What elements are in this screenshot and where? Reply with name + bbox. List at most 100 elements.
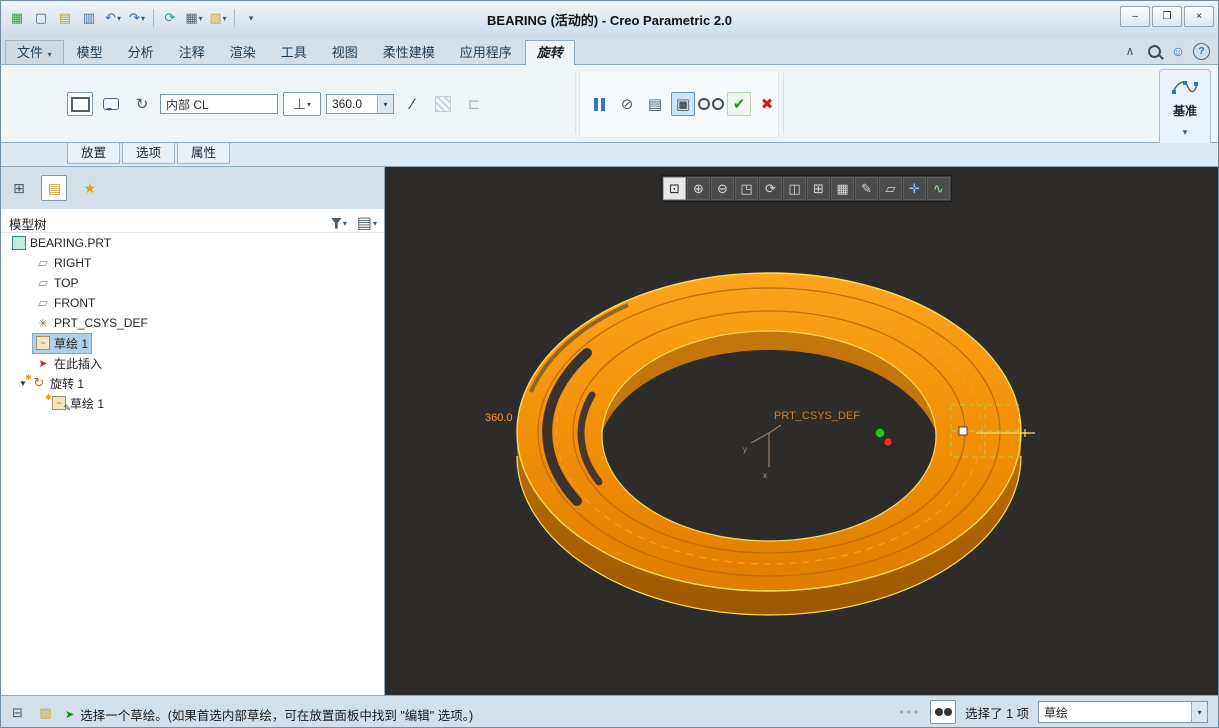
browser-toggle-icon[interactable]: ▨ <box>33 700 58 725</box>
tree-item-right[interactable]: ▱ RIGHT <box>1 253 384 273</box>
glasses-icon <box>698 98 724 110</box>
tree-item-sketch-1[interactable]: ~ 草绘 1 <box>1 332 384 354</box>
community-icon[interactable]: ☺ <box>1169 42 1187 60</box>
tab-tools[interactable]: 工具 <box>269 40 319 64</box>
angle-type-button[interactable]: ⊥ ▾ <box>283 92 321 116</box>
tab-flexible-modeling[interactable]: 柔性建模 <box>371 40 447 64</box>
status-right-cluster: ●●● 选择了 1 项 草绘 ▾ <box>899 700 1208 724</box>
tree-item-insert-here[interactable]: ➤ 在此插入 <box>1 353 384 373</box>
ok-button[interactable]: ✔ <box>727 92 751 116</box>
main-area: ⊞ ▤ ★ 模型树 ▾ ▤ ▾ BEARING.PRT ▱ RIGHT ▱ TO… <box>1 167 1218 695</box>
tree-item-label: 旋转 1 <box>50 376 85 391</box>
bearing-model[interactable]: x y <box>385 167 1219 695</box>
tab-annotate[interactable]: 注释 <box>167 40 217 64</box>
shaded-preview-button[interactable]: ▣ <box>671 92 695 116</box>
axis-label-x: x <box>763 471 767 480</box>
window-title: BEARING (活动的) - Creo Parametric 2.0 <box>487 13 732 28</box>
panel-tab-options[interactable]: 选项 <box>122 143 176 164</box>
pencil-icon: ✎ <box>63 403 71 413</box>
filter-dropdown-arrow[interactable]: ▾ <box>343 219 347 228</box>
status-dots: ●●● <box>899 708 922 716</box>
pause-button[interactable] <box>587 92 611 116</box>
panel-tab-properties[interactable]: 属性 <box>177 143 231 164</box>
datum-plane-icon: ▱ <box>38 255 48 270</box>
selection-count: 选择了 1 项 <box>965 706 1029 721</box>
tab-applications[interactable]: 应用程序 <box>448 40 524 64</box>
model-tree-toggle-icon[interactable]: ⊟ <box>5 700 30 725</box>
close-button[interactable]: × <box>1184 6 1214 27</box>
tree-item-label: BEARING.PRT <box>30 236 112 250</box>
datum-plane-icon: ▱ <box>38 295 48 310</box>
revolve-as-surface-button[interactable] <box>98 92 124 116</box>
model-tree-panel: ⊞ ▤ ★ 模型树 ▾ ▤ ▾ BEARING.PRT ▱ RIGHT ▱ TO… <box>1 167 385 695</box>
filter-dropdown-arrow[interactable]: ▾ <box>1191 702 1207 722</box>
angle-value-combo[interactable]: 360.0 ▾ <box>326 94 394 114</box>
axis-label-y: y <box>743 445 747 454</box>
search-icon[interactable] <box>1145 42 1163 60</box>
tree-item-prt-csys-def[interactable]: ✳ PRT_CSYS_DEF <box>1 313 384 333</box>
surface-icon <box>103 98 119 111</box>
pause-icon <box>593 97 605 111</box>
minimize-button[interactable]: – <box>1120 6 1150 27</box>
title-bar: ▦ ▢ ▤ ▥ ↶ ▾ ↷ ▾ ⟳ ▦ ▾ ▧ ▾ ▾ BEARING (活动的) - … <box>1 1 1218 37</box>
graphics-area[interactable]: ⊡ ⊕ ⊖ ◳ ⟳ ◫ ⊞ ▦ ✎ ▱ ✛ ∿ x y 360.0 PRT_CS… <box>385 167 1219 695</box>
drag-handle[interactable] <box>958 426 968 436</box>
placement-collector-field[interactable]: 内部 CL <box>160 94 278 114</box>
panel-tab-placement[interactable]: 放置 <box>67 143 121 164</box>
insert-here-icon: ➤ <box>38 357 48 370</box>
thin-feature-button[interactable]: ⊏ <box>461 92 487 116</box>
tree-item-bearing-prt[interactable]: BEARING.PRT <box>1 233 384 253</box>
remove-material-icon <box>435 96 451 112</box>
tab-analysis[interactable]: 分析 <box>116 40 166 64</box>
tree-item-front[interactable]: ▱ FRONT <box>1 293 384 313</box>
tab-file[interactable]: 文件 ▾ <box>5 40 64 64</box>
tab-view[interactable]: 视图 <box>320 40 370 64</box>
tab-revolve[interactable]: 旋转 <box>524 40 575 65</box>
find-button[interactable] <box>930 700 957 724</box>
solid-icon <box>70 96 90 112</box>
wireframe-preview-button[interactable]: ▤ <box>643 92 667 116</box>
prompt-message: 选择一个草绘。(如果首选内部草绘，可在放置面板中找到 "编辑" 选项。) <box>80 709 474 723</box>
angle-drag-handle-green[interactable] <box>875 428 885 438</box>
prompt-arrow-icon: ➤ <box>65 709 75 721</box>
cancel-button[interactable]: ✖ <box>755 92 779 116</box>
columns-dropdown-arrow[interactable]: ▾ <box>373 219 377 228</box>
maximize-button[interactable]: ❐ <box>1152 6 1182 27</box>
tree-item-label: 在此插入 <box>54 356 103 371</box>
remove-material-button[interactable] <box>430 92 456 116</box>
angle-drag-handle-red[interactable] <box>883 437 893 447</box>
angle-type-dropdown-arrow[interactable]: ▾ <box>307 100 311 109</box>
window-controls: – ❐ × <box>1120 6 1214 27</box>
regenerate-flag-icon: ✱ <box>25 373 32 382</box>
reverse-direction-button[interactable]: ∕ <box>399 92 425 116</box>
tree-item-label: 草绘 1 <box>70 396 105 411</box>
tree-columns-icon[interactable]: ▤ ▾ <box>356 212 378 234</box>
folder-navigator-icon[interactable]: ▤ <box>41 175 68 201</box>
sketch-plus-mark <box>1021 429 1029 437</box>
filter-icon[interactable]: ▾ <box>330 217 348 230</box>
tree-display-icon[interactable]: ⊞ <box>6 175 32 201</box>
revolve-options-group: ↻ 内部 CL ⊥ ▾ 360.0 ▾ ∕ ⊏ <box>67 92 487 116</box>
no-preview-button[interactable]: ⊘ <box>615 92 639 116</box>
binoculars-icon <box>934 708 952 716</box>
help-icon[interactable]: ? <box>1193 42 1210 60</box>
tree-item-top[interactable]: ▱ TOP <box>1 273 384 293</box>
favorites-icon[interactable]: ★ <box>77 175 103 201</box>
selection-filter-combo[interactable]: 草绘 ▾ <box>1038 701 1208 723</box>
tab-model[interactable]: 模型 <box>65 40 115 64</box>
tree-item-sketch-1-child[interactable]: ✱ ~ ✎ 草绘 1 <box>1 393 384 413</box>
tree-item-label: RIGHT <box>54 256 92 270</box>
ribbon-collapse-icon[interactable]: ∧ <box>1121 42 1139 60</box>
revolve-as-solid-button[interactable] <box>67 92 93 116</box>
angle-combo-arrow[interactable]: ▾ <box>377 95 393 113</box>
revolve-axis-button[interactable]: ↻ <box>129 92 155 116</box>
verify-button[interactable] <box>698 92 724 116</box>
group-separator <box>783 73 784 134</box>
datum-group-arrow[interactable]: ▾ <box>1183 127 1188 138</box>
tab-render[interactable]: 渲染 <box>218 40 268 64</box>
datum-group-label: 基准 <box>1172 104 1197 118</box>
tab-file-label: 文件 <box>17 45 44 60</box>
funnel-shape <box>330 217 342 229</box>
tree-item-revolve-1[interactable]: ▼ ✱ ↻ 旋转 1 <box>1 373 384 393</box>
datum-plane-icon: ▱ <box>38 275 48 290</box>
